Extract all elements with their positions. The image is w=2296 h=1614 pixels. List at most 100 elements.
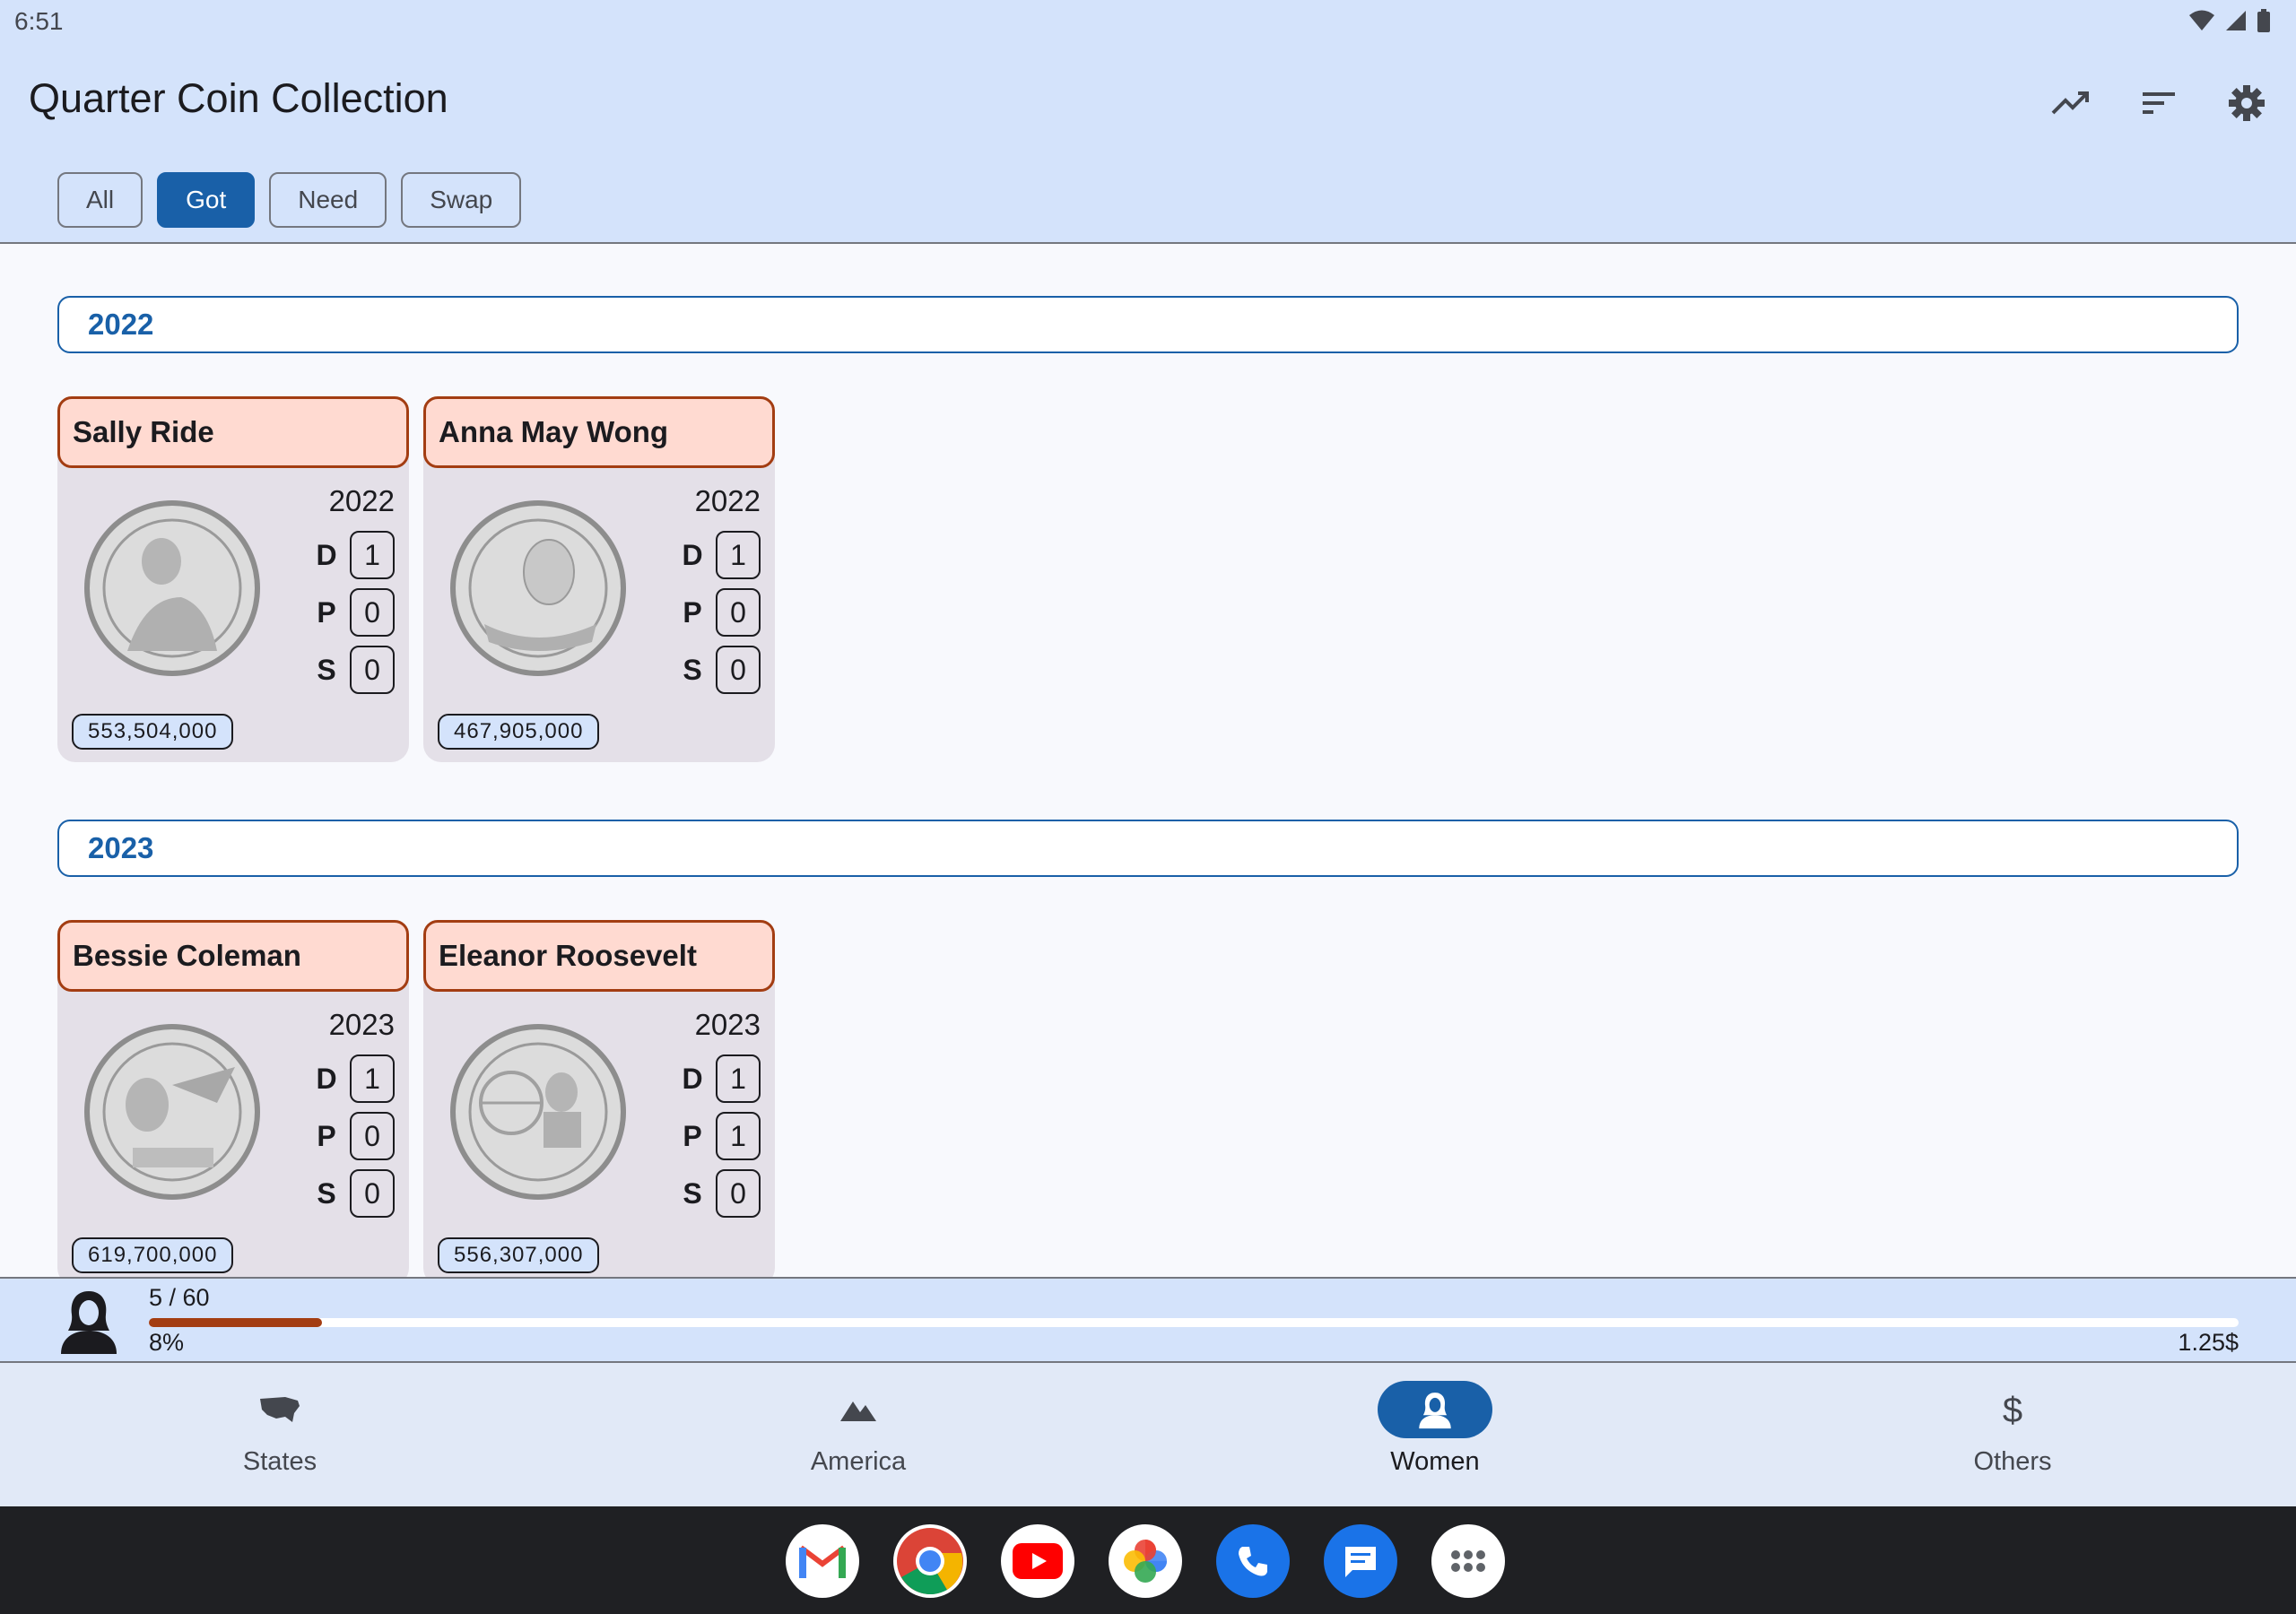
- collection-value: 1.25$: [2178, 1329, 2239, 1356]
- youtube-app[interactable]: [1001, 1524, 1074, 1598]
- filter-chip-got[interactable]: Got: [157, 172, 256, 228]
- year-header[interactable]: 2022: [57, 296, 2239, 353]
- settings-gear-icon: [2229, 85, 2265, 121]
- mint-label: D: [682, 538, 703, 571]
- app-drawer[interactable]: [1431, 1524, 1505, 1598]
- nav-item-states[interactable]: States: [145, 1381, 414, 1488]
- mint-label: P: [317, 595, 336, 629]
- nav-label: States: [242, 1447, 317, 1476]
- coin-image: [84, 500, 260, 676]
- progress-bar: [149, 1318, 2239, 1327]
- coin-cards: Sally Ride 2022 D 1 P 0 S 0 553,504,000 …: [57, 396, 775, 762]
- coin-card[interactable]: Anna May Wong 2022 D 1 P 0 S 0 467,905,0…: [423, 396, 775, 762]
- sort-button[interactable]: [2136, 81, 2181, 126]
- mint-count-p[interactable]: 0: [350, 1112, 395, 1160]
- gmail-icon: [799, 1545, 846, 1578]
- settings-button[interactable]: [2224, 81, 2269, 126]
- chrome-app[interactable]: [893, 1524, 967, 1598]
- mint-label: S: [683, 1176, 702, 1210]
- mint-count-d[interactable]: 1: [350, 531, 395, 579]
- page-title: Quarter Coin Collection: [29, 75, 448, 121]
- mint-row-p: P 1: [682, 1112, 761, 1160]
- cell-signal-icon: [2226, 11, 2246, 30]
- mint-count-d[interactable]: 1: [716, 1054, 761, 1103]
- mint-count-s[interactable]: 0: [716, 646, 761, 694]
- nav-pill: [222, 1381, 337, 1438]
- wifi-icon: [2189, 10, 2214, 30]
- coin-card[interactable]: Eleanor Roosevelt 2023 D 1 P 1 S 0 556,3…: [423, 920, 775, 1277]
- mint-count-p[interactable]: 0: [716, 588, 761, 637]
- coin-name: Sally Ride: [57, 396, 409, 468]
- mountains-icon: [840, 1401, 876, 1421]
- status-icons: [2188, 9, 2271, 32]
- filter-chips: All Got Need Swap: [57, 172, 522, 228]
- mint-row-d: D 1: [316, 1054, 395, 1103]
- app-dock: [786, 1524, 1505, 1598]
- year-header[interactable]: 2023: [57, 820, 2239, 877]
- nav-item-america[interactable]: America: [724, 1381, 993, 1488]
- progress-percent: 8%: [149, 1329, 185, 1356]
- coin-image: [84, 1024, 260, 1200]
- photos-app[interactable]: [1109, 1524, 1182, 1598]
- mint-count-s[interactable]: 0: [716, 1169, 761, 1218]
- nav-label: Others: [1973, 1447, 2052, 1476]
- coin-year: 2022: [694, 484, 761, 517]
- statistics-button[interactable]: [2048, 81, 2093, 126]
- nav-item-others[interactable]: $ Others: [1878, 1381, 2147, 1488]
- filter-chip-need[interactable]: Need: [269, 172, 387, 228]
- mint-row-p: P 0: [682, 588, 761, 637]
- mint-count-p[interactable]: 0: [350, 588, 395, 637]
- coin-name: Anna May Wong: [423, 396, 775, 468]
- sort-icon: [2143, 92, 2175, 114]
- messages-app[interactable]: [1324, 1524, 1397, 1598]
- mintage-badge: 553,504,000: [72, 714, 234, 750]
- app-drawer-icon: [1451, 1550, 1485, 1572]
- coin-card[interactable]: Sally Ride 2022 D 1 P 0 S 0 553,504,000: [57, 396, 409, 762]
- coin-image: [450, 500, 626, 676]
- mintage-badge: 556,307,000: [438, 1237, 600, 1273]
- photos-icon: [1124, 1540, 1167, 1583]
- mint-count-s[interactable]: 0: [350, 646, 395, 694]
- system-taskbar: [0, 1506, 2296, 1614]
- chrome-icon: [897, 1528, 963, 1595]
- collection-progress: 5 / 60 8% 1.25$: [0, 1277, 2296, 1363]
- phone-app[interactable]: [1216, 1524, 1290, 1598]
- filter-chip-swap[interactable]: Swap: [401, 172, 522, 228]
- mint-count-d[interactable]: 1: [716, 531, 761, 579]
- bottom-navigation: States America Women $ Others: [0, 1363, 2296, 1506]
- mint-count-s[interactable]: 0: [350, 1169, 395, 1218]
- mint-count-d[interactable]: 1: [350, 1054, 395, 1103]
- mint-row-p: P 0: [316, 1112, 395, 1160]
- mint-row-s: S 0: [682, 1169, 761, 1218]
- gmail-app[interactable]: [786, 1524, 859, 1598]
- mint-row-d: D 1: [316, 531, 395, 579]
- mint-row-p: P 0: [316, 588, 395, 637]
- coin-year: 2023: [694, 1008, 761, 1041]
- nav-pill: [1378, 1381, 1492, 1438]
- coin-list[interactable]: 2022 Sally Ride 2022 D 1 P 0 S 0 553,504…: [0, 246, 2296, 1277]
- youtube-icon: [1013, 1543, 1063, 1579]
- dollar-icon: $: [2003, 1391, 2022, 1429]
- nav-pill: $: [1955, 1381, 2070, 1438]
- nav-pill: [801, 1381, 916, 1438]
- mint-label: P: [317, 1119, 336, 1152]
- toolbar-actions: [2048, 81, 2269, 126]
- mint-label: D: [316, 538, 337, 571]
- coin-card[interactable]: Bessie Coleman 2023 D 1 P 0 S 0 619,700,…: [57, 920, 409, 1277]
- coin-image: [450, 1024, 626, 1200]
- mint-row-s: S 0: [316, 646, 395, 694]
- nav-item-women[interactable]: Women: [1300, 1381, 1570, 1488]
- nav-label: America: [810, 1447, 907, 1476]
- woman-icon: [1419, 1393, 1451, 1429]
- coin-name: Bessie Coleman: [57, 920, 409, 992]
- nav-label: Women: [1390, 1447, 1480, 1476]
- usa-map-icon: [260, 1397, 300, 1422]
- mint-row-s: S 0: [682, 646, 761, 694]
- mint-count-p[interactable]: 1: [716, 1112, 761, 1160]
- status-bar: 6:51: [0, 0, 2296, 45]
- mint-row-d: D 1: [682, 531, 761, 579]
- year-section-2022: 2022 Sally Ride 2022 D 1 P 0 S 0 553,504…: [57, 296, 2239, 762]
- battery-icon: [2257, 9, 2270, 32]
- filter-chip-all[interactable]: All: [57, 172, 144, 228]
- svg-text:$: $: [2003, 1391, 2022, 1429]
